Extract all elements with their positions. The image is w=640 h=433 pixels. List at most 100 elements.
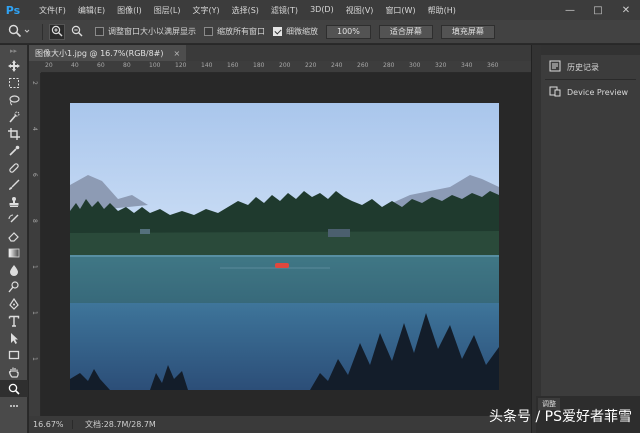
ruler-tick-label: 240 (331, 62, 343, 69)
horizontal-ruler: 20 40 60 80 100 120 140 160 180 200 220 240 260 280 30… (41, 61, 531, 73)
eraser-tool[interactable] (0, 227, 28, 244)
hand-tool[interactable] (0, 363, 28, 380)
ruler-tick-label: 280 (383, 62, 395, 69)
eyedropper-icon (8, 145, 20, 157)
minimize-button[interactable]: — (556, 0, 584, 20)
zoom-in-button[interactable] (49, 23, 65, 40)
tool-preset-picker[interactable] (0, 22, 38, 42)
ruler-tick-label: 160 (227, 62, 239, 69)
crop-icon (8, 127, 20, 140)
eyedropper-tool[interactable] (0, 142, 28, 159)
more-tools[interactable] (0, 397, 28, 414)
gradient-tool[interactable] (0, 244, 28, 261)
rectangle-tool[interactable] (0, 346, 28, 363)
ruler-tick-label: 6 (31, 173, 38, 177)
zoom-out-button[interactable] (69, 24, 85, 40)
move-icon (8, 59, 20, 72)
ruler-tick-label: 320 (435, 62, 447, 69)
menu-edit[interactable]: 编辑(E) (72, 5, 111, 16)
history-icon (549, 60, 561, 74)
document-tab[interactable]: 图像大小1.jpg @ 16.7%(RGB/8#) × (29, 45, 187, 61)
menu-type[interactable]: 文字(Y) (186, 5, 225, 16)
scrubby-zoom-checkbox[interactable]: 细微缩放 (273, 26, 318, 37)
ruler-tick-label: 4 (31, 127, 38, 131)
rectangle-icon (8, 349, 20, 361)
canvas-area[interactable] (41, 73, 531, 416)
blur-tool[interactable] (0, 261, 28, 278)
fit-screen-button[interactable]: 适合屏幕 (378, 24, 433, 39)
menu-image[interactable]: 图像(I) (111, 5, 148, 16)
menu-help[interactable]: 帮助(H) (422, 5, 462, 16)
ps-logo: Ps (5, 3, 21, 17)
menu-3d[interactable]: 3D(D) (304, 5, 340, 16)
ruler-tick-label: 260 (357, 62, 369, 69)
resize-windows-checkbox[interactable]: 调整窗口大小以满屏显示 (95, 26, 196, 37)
toolbar-grip[interactable]: ▸▸ (0, 45, 27, 57)
zoom-tool[interactable] (0, 380, 28, 397)
ruler-tick-label: 200 (279, 62, 291, 69)
history-brush-icon (8, 213, 20, 225)
document-tab-title: 图像大小1.jpg @ 16.7%(RGB/8#) (35, 48, 164, 58)
ruler-tick-label: 340 (461, 62, 473, 69)
menu-view[interactable]: 视图(V) (340, 5, 380, 16)
dodge-tool[interactable] (0, 278, 28, 295)
watermark: 头条号 / PS爱好者菲雪 (489, 409, 632, 425)
ellipsis-icon (8, 400, 20, 412)
path-selection-tool[interactable] (0, 329, 28, 346)
window-controls: — □ ✕ (556, 0, 640, 20)
zoom-all-windows-checkbox[interactable]: 缩放所有窗口 (204, 26, 265, 37)
status-bar: 16.67% 文档:28.7M/28.7M (29, 416, 531, 433)
clone-stamp-tool[interactable] (0, 193, 28, 210)
marquee-tool[interactable] (0, 74, 28, 91)
ruler-tick-label: 140 (201, 62, 213, 69)
healing-brush-tool[interactable] (0, 159, 28, 176)
brush-icon (8, 179, 20, 191)
right-panel: 历史记录 Device Preview (541, 45, 640, 433)
ruler-tick-label: 20 (45, 62, 53, 69)
quick-select-tool[interactable] (0, 108, 28, 125)
menu-layer[interactable]: 图层(L) (148, 5, 187, 16)
menu-select[interactable]: 选择(S) (226, 5, 265, 16)
droplet-icon (8, 264, 20, 276)
ruler-tick-label: 1 (31, 265, 38, 269)
history-label: 历史记录 (567, 62, 599, 72)
move-tool[interactable] (0, 57, 28, 74)
brush-tool[interactable] (0, 176, 28, 193)
pen-icon (8, 297, 20, 310)
document-image[interactable] (70, 103, 499, 390)
fill-screen-button[interactable]: 填充屏幕 (440, 24, 495, 39)
zoom-tool-icon (8, 24, 22, 40)
device-preview-label: Device Preview (567, 87, 629, 97)
close-button[interactable]: ✕ (612, 0, 640, 20)
device-preview-icon (549, 85, 561, 99)
zoom-in-icon (51, 25, 63, 39)
ruler-corner (29, 61, 41, 73)
menu-file[interactable]: 文件(F) (33, 5, 72, 16)
ruler-tick-label: 120 (175, 62, 187, 69)
zoom-100-button[interactable]: 100% (326, 24, 371, 39)
history-panel-button[interactable]: 历史记录 (541, 55, 640, 79)
crop-tool[interactable] (0, 125, 28, 142)
panel-dock-strip[interactable] (531, 45, 541, 433)
vertical-ruler: 2 4 6 8 1 1 1 (29, 73, 41, 416)
type-tool[interactable] (0, 312, 28, 329)
ruler-tick-label: 2 (31, 81, 38, 85)
history-brush-tool[interactable] (0, 210, 28, 227)
maximize-button[interactable]: □ (584, 0, 612, 20)
pen-tool[interactable] (0, 295, 28, 312)
zoom-level[interactable]: 16.67% (29, 420, 73, 429)
bandage-icon (8, 162, 20, 174)
ruler-tick-label: 1 (31, 311, 38, 315)
stamp-icon (8, 196, 20, 208)
gradient-icon (8, 247, 20, 259)
zoom-all-windows-label: 缩放所有窗口 (217, 27, 265, 36)
lasso-tool[interactable] (0, 91, 28, 108)
menu-window[interactable]: 窗口(W) (379, 5, 421, 16)
device-preview-button[interactable]: Device Preview (541, 80, 640, 104)
ruler-tick-label: 300 (409, 62, 421, 69)
tab-close-icon[interactable]: × (174, 49, 181, 58)
scrubby-zoom-label: 细微缩放 (286, 27, 318, 36)
arrow-icon (8, 332, 20, 344)
ruler-tick-label: 180 (253, 62, 265, 69)
menu-filter[interactable]: 滤镜(T) (265, 5, 304, 16)
